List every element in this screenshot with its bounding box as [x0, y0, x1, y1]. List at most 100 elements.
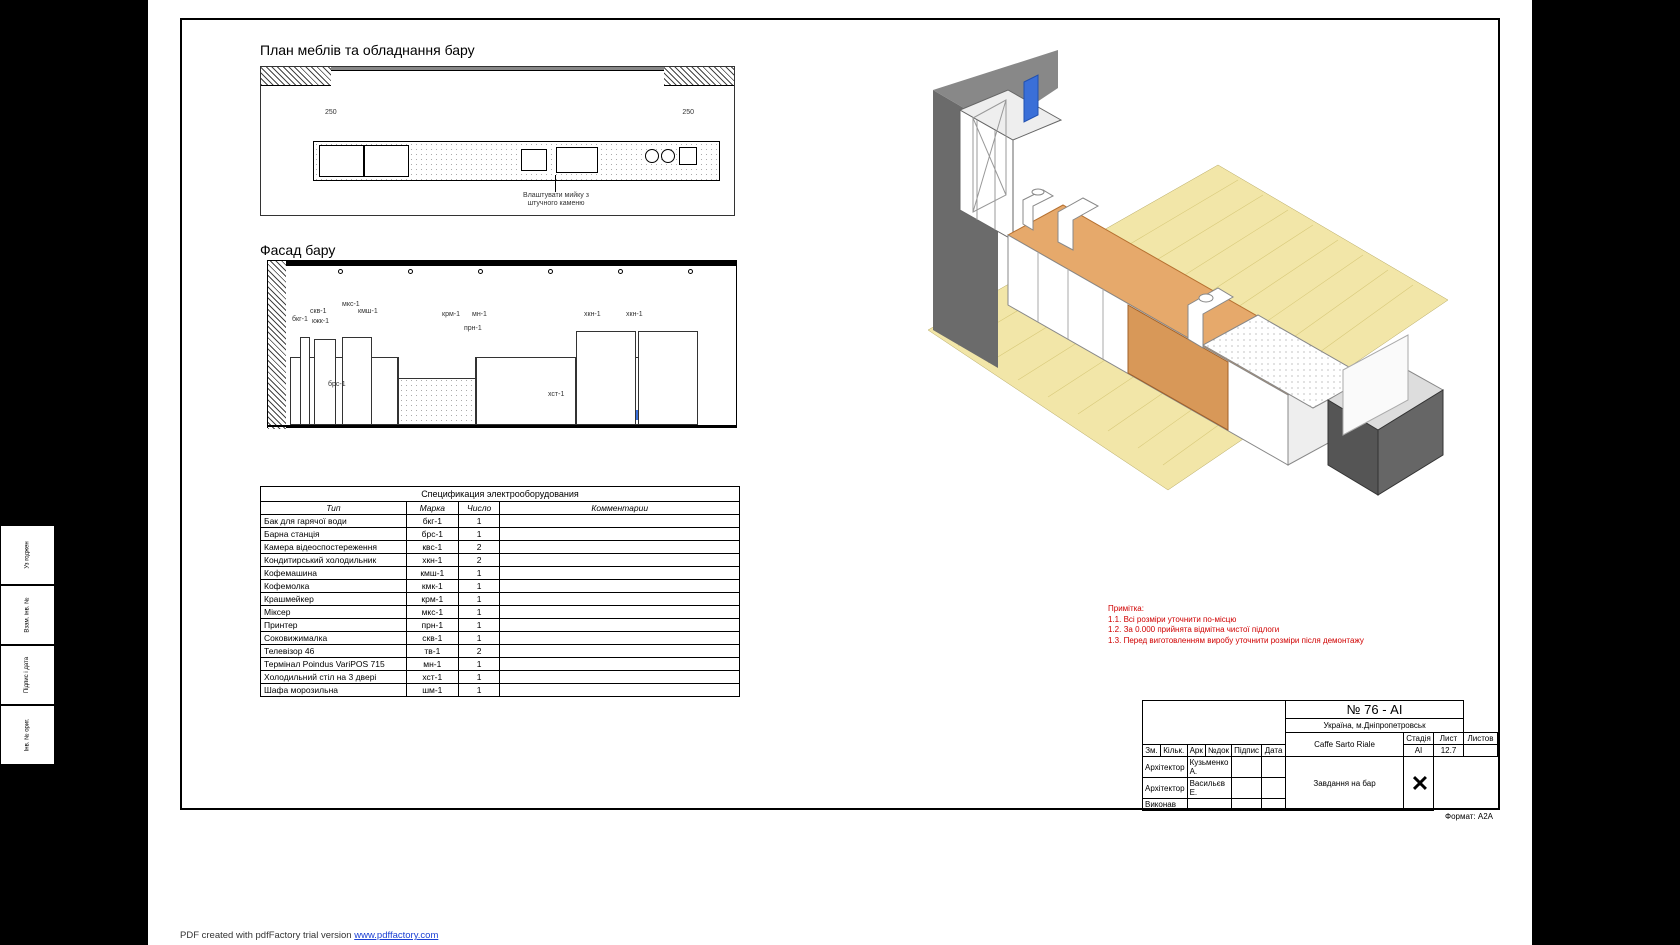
- spec-cell: кмш-1: [406, 567, 458, 580]
- project-location: Україна, м.Дніпропетровськ: [1286, 719, 1464, 733]
- stamp-label: Взам. інв. №: [25, 597, 31, 632]
- plan-burner: [645, 149, 659, 163]
- spec-cell: 2: [458, 645, 500, 658]
- title-block: № 76 - АІ Україна, м.Дніпропетровськ Caf…: [1142, 700, 1498, 808]
- equipment-tag: прн-1: [464, 325, 482, 332]
- role: Архітектор: [1143, 757, 1188, 778]
- tall-unit: [576, 331, 636, 425]
- spec-cell: 1: [458, 684, 500, 697]
- iso-tv: [1024, 75, 1038, 122]
- spec-cell: кмк-1: [406, 580, 458, 593]
- plan-sink: [556, 147, 598, 173]
- equipment-tag: хкн-1: [584, 311, 601, 318]
- note-item: 1.2. За 0.000 прийнята відмітна чистої п…: [1108, 625, 1458, 635]
- spec-cell: [500, 541, 740, 554]
- spec-cell: [500, 528, 740, 541]
- plan-title: План меблів та обладнання бару: [260, 42, 475, 58]
- plan-note: Влаштувати мийку з штучного каменю: [511, 192, 601, 207]
- dimension: 250: [682, 109, 694, 116]
- role: Архітектор: [1143, 778, 1188, 799]
- note-item: 1.3. Перед виготовленням виробу уточнити…: [1108, 636, 1458, 646]
- rev-header: Підпис: [1232, 745, 1262, 757]
- spec-cell: прн-1: [406, 619, 458, 632]
- iso-svg: [888, 50, 1458, 540]
- left-wall-hatch: [268, 261, 286, 429]
- spec-cell: [500, 515, 740, 528]
- facade-drawing: бкг-1 скв-1 кжк-1 кмш-1 мкс-1 крм-1 мн-1…: [267, 260, 737, 428]
- equipment: [342, 337, 372, 425]
- spec-cell: 1: [458, 632, 500, 645]
- spec-cell: Телевізор 46: [261, 645, 407, 658]
- sheets-total: [1464, 745, 1498, 757]
- rev-header: №док: [1205, 745, 1231, 757]
- spec-cell: Кофемашина: [261, 567, 407, 580]
- spec-cell: мкс-1: [406, 606, 458, 619]
- spec-cell: Принтер: [261, 619, 407, 632]
- spec-cell: скв-1: [406, 632, 458, 645]
- spotlight: [688, 269, 693, 274]
- equipment-tag: скв-1: [310, 308, 327, 315]
- drawing-frame: План меблів та обладнання бару 250 250 В…: [180, 18, 1500, 810]
- spec-cell: бкг-1: [406, 515, 458, 528]
- spec-cell: 1: [458, 580, 500, 593]
- spec-header: Комментарии: [500, 502, 740, 515]
- tall-unit: [638, 331, 698, 425]
- plan-drawing: 250 250 Влаштувати мийку з штучного каме…: [260, 66, 735, 216]
- equipment-tag: хкн-1: [626, 311, 643, 318]
- rev-header: Зм.: [1143, 745, 1161, 757]
- spec-cell: Міксер: [261, 606, 407, 619]
- binding-stamps: Уз годжен Взам. інв. № Підпис і дата Інв…: [0, 525, 55, 765]
- stage: АІ: [1404, 745, 1434, 757]
- spec-cell: Кофемолка: [261, 580, 407, 593]
- footer-link[interactable]: www.pdffactory.com: [354, 930, 438, 941]
- spec-cell: шм-1: [406, 684, 458, 697]
- spotlight: [478, 269, 483, 274]
- floor: [268, 425, 736, 427]
- spec-cell: Холодильний стіл на 3 двері: [261, 671, 407, 684]
- stamp-label: Інв. № ориг.: [24, 719, 30, 752]
- stamp-label: Уз годжен: [24, 541, 30, 568]
- sheet: План меблів та обладнання бару 250 250 В…: [148, 0, 1532, 945]
- equipment-tag: кжк-1: [312, 318, 329, 325]
- spec-cell: 1: [458, 593, 500, 606]
- spec-cell: тв-1: [406, 645, 458, 658]
- plan-equipment: [679, 147, 697, 165]
- equipment-tag: хст-1: [548, 391, 564, 398]
- ceiling: [268, 261, 736, 266]
- leader-line: [555, 175, 556, 192]
- spec-cell: 1: [458, 619, 500, 632]
- plan-burner: [661, 149, 675, 163]
- notes-heading: Примітка:: [1108, 604, 1458, 614]
- rev-header: Дата: [1262, 745, 1286, 757]
- spec-cell: Крашмейкер: [261, 593, 407, 606]
- binding-margin: [0, 0, 148, 945]
- dimension: 250: [325, 109, 337, 116]
- logo-icon: ✕: [1411, 771, 1426, 796]
- facade-title: Фасад бару: [260, 242, 335, 258]
- spotlight: [338, 269, 343, 274]
- col-header: Листов: [1464, 733, 1498, 745]
- spotlight: [618, 269, 623, 274]
- spec-cell: хкн-1: [406, 554, 458, 567]
- name: [1187, 799, 1232, 811]
- spec-cell: квс-1: [406, 541, 458, 554]
- project-object: Caffe Sarto Riale: [1286, 733, 1404, 757]
- rev-header: Кільк.: [1160, 745, 1187, 757]
- spec-cell: 1: [458, 515, 500, 528]
- equipment-tag: крм-1: [442, 311, 460, 318]
- spec-cell: Барна станція: [261, 528, 407, 541]
- spec-cell: мн-1: [406, 658, 458, 671]
- spec-header: Тип: [261, 502, 407, 515]
- name: Кузьменко А.: [1187, 757, 1232, 778]
- project-number: № 76 - АІ: [1286, 701, 1464, 719]
- spec-header: Число: [458, 502, 500, 515]
- spec-cell: Камера відеоспостереження: [261, 541, 407, 554]
- spec-caption: Спецификация электрооборудования: [260, 486, 740, 501]
- equipment-tag: кмш-1: [358, 308, 378, 315]
- footer-text: PDF created with pdfFactory trial versio…: [180, 930, 354, 941]
- spec-cell: крм-1: [406, 593, 458, 606]
- equipment-tag: брс-1: [328, 381, 346, 388]
- spec-cell: 1: [458, 658, 500, 671]
- spec-cell: Соковижималка: [261, 632, 407, 645]
- spec-cell: Кондитирський холодильник: [261, 554, 407, 567]
